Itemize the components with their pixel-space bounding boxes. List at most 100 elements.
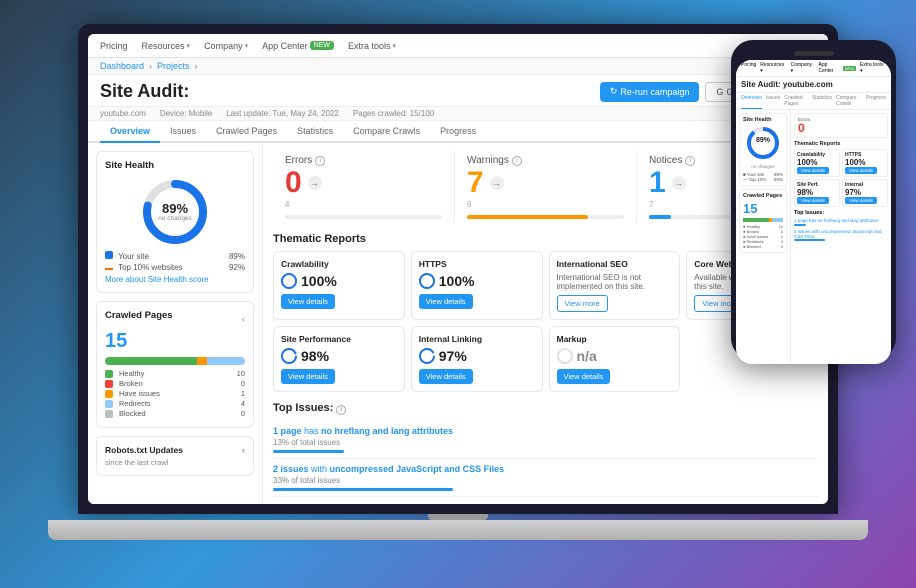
phone-health-label: no changes	[743, 164, 783, 169]
errors-metric: Errors i 0 → 4	[273, 151, 455, 223]
crawled-count: 15	[105, 330, 245, 353]
notices-value: 1	[649, 168, 666, 198]
nav-resources[interactable]: Resources ▾	[142, 41, 191, 51]
more-health-link[interactable]: More about Site Health score	[105, 275, 245, 284]
phone-donut-chart	[745, 125, 781, 161]
phone-crawlability-btn[interactable]: View details	[797, 167, 829, 174]
notices-progress-fill	[649, 215, 671, 219]
issues-dot	[105, 390, 113, 398]
phone-report-https: HTTPS 100% View details	[842, 149, 888, 177]
phone-crawled-card: Crawled Pages 15 ● Healthy10 ● Broken0 ●…	[739, 189, 787, 253]
tab-overview[interactable]: Overview	[100, 121, 160, 143]
top10-dot	[105, 268, 113, 270]
report-site-performance: Site Performance 98% View details	[273, 326, 405, 392]
phone-donut	[743, 125, 783, 161]
markup-view-btn[interactable]: View details	[557, 369, 611, 384]
crawlability-view-btn[interactable]: View details	[281, 294, 335, 309]
intl-seo-view-btn[interactable]: View more	[557, 295, 608, 312]
warnings-arrow-icon: →	[490, 176, 504, 190]
tab-progress[interactable]: Progress	[430, 121, 486, 143]
phone-tab-issues[interactable]: Issues	[766, 93, 780, 109]
nav-app-center[interactable]: App Center NEW	[262, 41, 334, 51]
legend-your-site: Your site 89%	[105, 251, 245, 261]
warnings-info-icon[interactable]: i	[512, 156, 522, 166]
errors-progress	[285, 215, 442, 219]
issue-title-1[interactable]: 2 issues with uncompressed JavaScript an…	[273, 464, 818, 474]
phone-report-crawlability: Crawlability 100% View details	[794, 149, 840, 177]
phone-crawled-bar	[743, 218, 783, 222]
page-title: Site Audit:	[100, 81, 189, 102]
refresh-icon: ↻	[610, 86, 618, 97]
notices-info-icon[interactable]: i	[685, 156, 695, 166]
donut-center: 89% no changes	[158, 202, 192, 222]
breadcrumb-dashboard[interactable]: Dashboard	[100, 61, 144, 71]
https-view-btn[interactable]: View details	[419, 294, 473, 309]
phone-page-title: Site Audit: youtube.com	[741, 80, 886, 89]
legend-blocked: Blocked 0	[105, 409, 245, 418]
phone-tabs: Overview Issues Crawled Pages Statistics…	[736, 93, 891, 110]
notices-arrow-icon: →	[672, 176, 686, 190]
rerun-campaign-button[interactable]: ↻ Re-run campaign	[600, 82, 700, 102]
phone-top-issues: Top Issues: 1 page has no hreflang and l…	[794, 210, 888, 241]
issue-item-0: 1 page has no hreflang and lang attribut…	[273, 421, 818, 459]
phone-errors-card: Errors 0	[794, 113, 888, 138]
phone-issue-1[interactable]: 2 issues with uncompressed JavaScript an…	[794, 229, 888, 239]
crawled-pages-card: Crawled Pages ‹ 15	[96, 301, 254, 428]
tab-statistics[interactable]: Statistics	[287, 121, 343, 143]
phone-tab-stats[interactable]: Statistics	[812, 93, 832, 109]
issues-info-icon[interactable]: i	[336, 405, 346, 415]
redirects-dot	[105, 400, 113, 408]
phone-tab-crawled[interactable]: Crawled Pages	[784, 93, 808, 109]
report-international-seo: International SEO International SEO is n…	[549, 251, 681, 320]
meta-bar: youtube.com Device: Mobile Last update: …	[88, 107, 828, 121]
phone-tab-overview[interactable]: Overview	[741, 93, 762, 109]
phone-top-nav: Pricing Resources ▾ Company ▾ App Center…	[736, 60, 891, 77]
crawled-chevron-icon: ‹	[242, 314, 245, 324]
errors-info-icon[interactable]: i	[315, 156, 325, 166]
legend-broken: Broken 0	[105, 379, 245, 388]
internal-linking-view-btn[interactable]: View details	[419, 369, 473, 384]
app-ui: Pricing Resources ▾ Company ▾ App Center…	[88, 34, 828, 504]
legend-healthy: Healthy 10	[105, 369, 245, 378]
chevron-down-icon: ▾	[187, 42, 191, 50]
bar-issues	[197, 357, 207, 365]
phone-main: Site Health 89% no changes ■ Your site89…	[736, 110, 891, 364]
tab-compare-crawls[interactable]: Compare Crawls	[343, 121, 430, 143]
nav-pricing[interactable]: Pricing	[100, 41, 128, 51]
issue-title-0[interactable]: 1 page has no hreflang and lang attribut…	[273, 426, 818, 436]
phone-tab-progress[interactable]: Progress	[866, 93, 886, 109]
https-circle-icon	[419, 273, 435, 289]
phone-site-health-card: Site Health 89% no changes ■ Your site89…	[739, 113, 787, 186]
health-legend: Your site 89% Top 10% websites 9	[105, 251, 245, 272]
phone-perf-btn[interactable]: View details	[797, 197, 829, 204]
app-center-badge: NEW	[310, 41, 334, 50]
donut-wrapper: 89% no changes	[140, 177, 210, 247]
tab-issues[interactable]: Issues	[160, 121, 206, 143]
errors-label: Errors i	[285, 155, 442, 166]
meta-pages-crawled: Pages crawled: 15/100	[353, 109, 434, 118]
crawled-bar-chart	[105, 357, 245, 365]
tab-crawled-pages[interactable]: Crawled Pages	[206, 121, 287, 143]
page-header: Site Audit: ↻ Re-run campaign G Google D…	[88, 75, 828, 107]
warnings-metric: Warnings i 7 → 9	[455, 151, 637, 223]
warnings-value: 7	[467, 168, 484, 198]
phone-report-perf: Site Perf. 98% View details	[794, 179, 840, 207]
phone-issue-0[interactable]: 1 page has no hreflang and lang attribut…	[794, 218, 888, 223]
issue-bar-1	[273, 488, 453, 491]
warnings-progress	[467, 215, 624, 219]
meta-site: youtube.com	[100, 109, 146, 118]
phone-internal-btn[interactable]: View details	[845, 197, 877, 204]
nav-extra-tools[interactable]: Extra tools ▾	[348, 41, 396, 51]
issue-subtitle-1: 33% of total issues	[273, 476, 818, 485]
issue-subtitle-0: 13% of total issues	[273, 438, 818, 447]
phone-legend: ■ Your site89% — Top 10%92%	[743, 172, 783, 182]
laptop-screen: Pricing Resources ▾ Company ▾ App Center…	[78, 24, 838, 514]
healthy-dot	[105, 370, 113, 378]
bar-healthy	[105, 357, 197, 365]
phone-errors-value: 0	[798, 122, 810, 134]
nav-company[interactable]: Company ▾	[204, 41, 248, 51]
phone-https-btn[interactable]: View details	[845, 167, 877, 174]
breadcrumb-projects[interactable]: Projects	[157, 61, 190, 71]
site-perf-view-btn[interactable]: View details	[281, 369, 335, 384]
phone-tab-compare[interactable]: Compare Crawls	[836, 93, 862, 109]
